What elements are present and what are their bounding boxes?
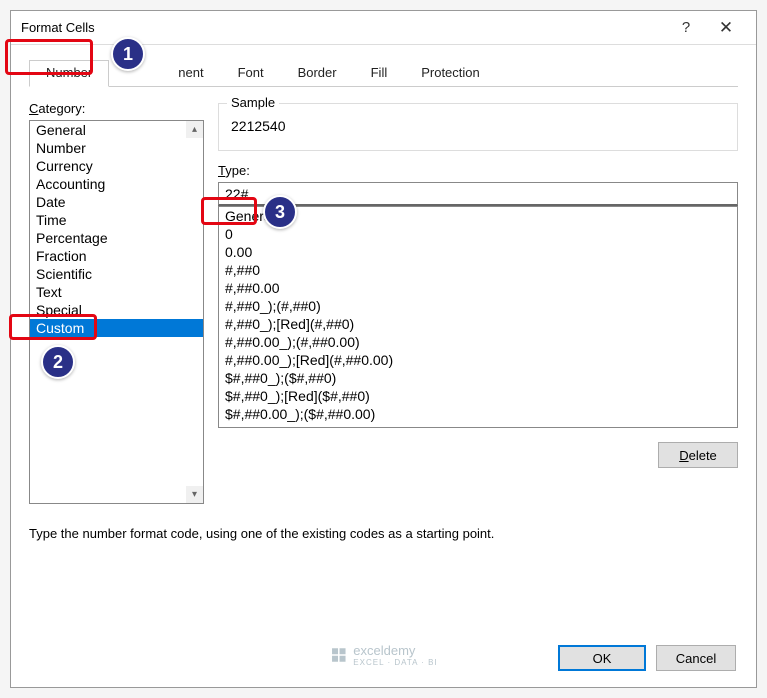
footer-buttons: OK Cancel	[558, 645, 736, 671]
category-item-fraction[interactable]: Fraction	[30, 247, 203, 265]
tab-strip: Number nent Font Border Fill Protection	[29, 59, 738, 87]
delete-button[interactable]: Delete	[658, 442, 738, 468]
category-listbox[interactable]: ▴ General Number Currency Accounting Dat…	[29, 120, 204, 504]
tab-alignment[interactable]: nent	[161, 60, 220, 87]
type-item[interactable]: $#,##0_);($#,##0)	[219, 369, 737, 387]
watermark-name: exceldemy	[353, 643, 415, 658]
scroll-up-icon[interactable]: ▴	[186, 121, 203, 138]
category-item-custom[interactable]: Custom	[30, 319, 203, 337]
category-item-scientific[interactable]: Scientific	[30, 265, 203, 283]
type-item[interactable]: $#,##0_);[Red]($#,##0)	[219, 387, 737, 405]
tab-font[interactable]: Font	[221, 60, 281, 87]
type-item[interactable]: General	[219, 207, 737, 225]
type-listbox[interactable]: General 0 0.00 #,##0 #,##0.00 #,##0_);(#…	[218, 206, 738, 428]
right-panel: Sample 2212540 Type: General 0 0.00 #,##…	[218, 101, 738, 504]
category-item-general[interactable]: General	[30, 121, 203, 139]
category-item-date[interactable]: Date	[30, 193, 203, 211]
category-item-accounting[interactable]: Accounting	[30, 175, 203, 193]
help-icon[interactable]: ?	[666, 11, 706, 45]
cancel-button[interactable]: Cancel	[656, 645, 736, 671]
tab-protection[interactable]: Protection	[404, 60, 497, 87]
watermark-icon	[329, 646, 347, 664]
type-item[interactable]: 0	[219, 225, 737, 243]
tab-border[interactable]: Border	[281, 60, 354, 87]
sample-value: 2212540	[229, 114, 727, 138]
type-item[interactable]: #,##0.00_);(#,##0.00)	[219, 333, 737, 351]
type-item[interactable]: $#,##0.00_);($#,##0.00)	[219, 405, 737, 423]
dialog-body: Number nent Font Border Fill Protection …	[11, 45, 756, 555]
scroll-down-icon[interactable]: ▾	[186, 486, 203, 503]
category-item-text[interactable]: Text	[30, 283, 203, 301]
sample-group: Sample 2212540	[218, 103, 738, 151]
category-item-currency[interactable]: Currency	[30, 157, 203, 175]
category-label: Category:	[29, 101, 204, 116]
delete-row: Delete	[218, 442, 738, 468]
category-item-number[interactable]: Number	[30, 139, 203, 157]
content-area: Category: ▴ General Number Currency Acco…	[29, 101, 738, 504]
type-item[interactable]: #,##0_);[Red](#,##0)	[219, 315, 737, 333]
type-item[interactable]: 0.00	[219, 243, 737, 261]
type-item[interactable]: #,##0.00_);[Red](#,##0.00)	[219, 351, 737, 369]
format-cells-dialog: Format Cells ? ✕ Number nent Font Border…	[10, 10, 757, 688]
help-text: Type the number format code, using one o…	[29, 526, 738, 541]
sample-label: Sample	[227, 95, 279, 110]
tab-number[interactable]: Number	[29, 60, 109, 87]
type-item[interactable]: #,##0.00	[219, 279, 737, 297]
close-icon[interactable]: ✕	[706, 11, 746, 45]
window-title: Format Cells	[21, 20, 666, 35]
category-item-percentage[interactable]: Percentage	[30, 229, 203, 247]
type-item[interactable]: #,##0_);(#,##0)	[219, 297, 737, 315]
watermark-sub: EXCEL · DATA · BI	[353, 658, 437, 667]
left-panel: Category: ▴ General Number Currency Acco…	[29, 101, 204, 504]
type-item[interactable]: #,##0	[219, 261, 737, 279]
type-input[interactable]	[218, 182, 738, 206]
category-item-time[interactable]: Time	[30, 211, 203, 229]
type-label: Type:	[218, 163, 738, 178]
watermark: exceldemy EXCEL · DATA · BI	[329, 643, 437, 667]
category-item-special[interactable]: Special	[30, 301, 203, 319]
tab-fill[interactable]: Fill	[354, 60, 405, 87]
ok-button[interactable]: OK	[558, 645, 646, 671]
titlebar: Format Cells ? ✕	[11, 11, 756, 45]
